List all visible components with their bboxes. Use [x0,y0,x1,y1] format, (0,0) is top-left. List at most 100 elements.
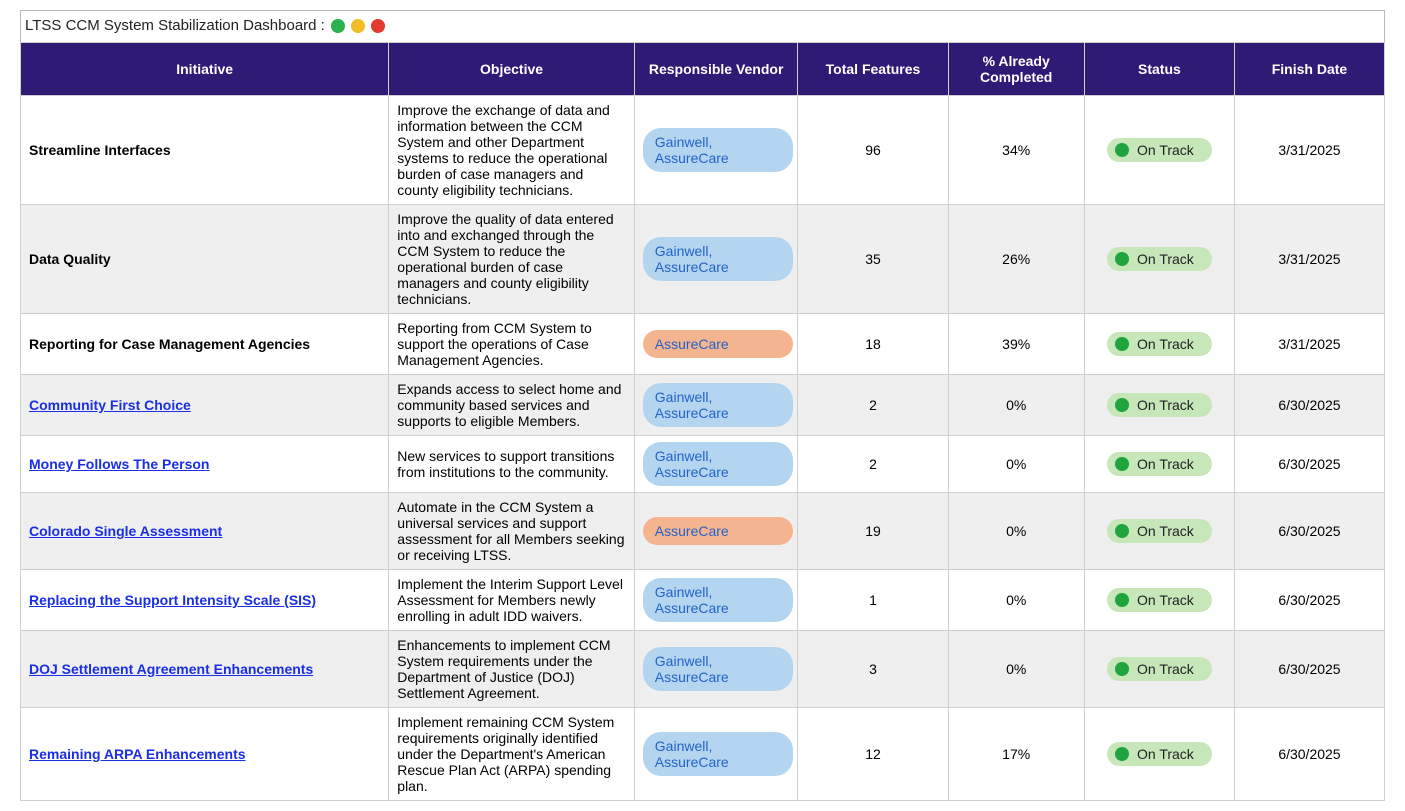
status-label: On Track [1137,456,1194,472]
total-features: 3 [798,631,948,708]
initiative-name[interactable]: Colorado Single Assessment [29,523,222,539]
vendor-badge: Gainwell, AssureCare [643,237,793,281]
finish-date: 3/31/2025 [1234,205,1384,314]
total-features: 18 [798,314,948,375]
status-dot-icon [1115,143,1129,157]
table-row: Community First Choice Expands access to … [21,375,1385,436]
percent-completed: 17% [948,708,1084,801]
status-dot-icon [1115,747,1129,761]
table-row: Data Quality Improve the quality of data … [21,205,1385,314]
percent-completed: 0% [948,631,1084,708]
initiative-name[interactable]: Remaining ARPA Enhancements [29,746,246,762]
status-dot-icon [1115,457,1129,471]
col-vendor: Responsible Vendor [634,43,798,96]
objective-text: New services to support transitions from… [389,436,635,493]
objective-text: Enhancements to implement CCM System req… [389,631,635,708]
initiative-name[interactable]: Money Follows The Person [29,456,209,472]
status-badge: On Track [1107,519,1212,543]
finish-date: 6/30/2025 [1234,708,1384,801]
percent-completed: 0% [948,570,1084,631]
finish-date: 3/31/2025 [1234,314,1384,375]
objective-text: Improve the quality of data entered into… [389,205,635,314]
total-features: 2 [798,436,948,493]
vendor-badge: Gainwell, AssureCare [643,732,793,776]
table-header-row: Initiative Objective Responsible Vendor … [21,43,1385,96]
vendor-badge: AssureCare [643,330,793,358]
initiative-name[interactable]: DOJ Settlement Agreement Enhancements [29,661,313,677]
objective-text: Implement the Interim Support Level Asse… [389,570,635,631]
table-row: Streamline Interfaces Improve the exchang… [21,96,1385,205]
status-dot-icon [1115,593,1129,607]
initiative-name[interactable]: Replacing the Support Intensity Scale (S… [29,592,316,608]
status-dot-yellow-icon [351,19,365,33]
total-features: 19 [798,493,948,570]
objective-text: Reporting from CCM System to support the… [389,314,635,375]
status-dot-red-icon [371,19,385,33]
percent-completed: 39% [948,314,1084,375]
vendor-badge: AssureCare [643,517,793,545]
table-row: Replacing the Support Intensity Scale (S… [21,570,1385,631]
total-features: 12 [798,708,948,801]
table-row: Remaining ARPA Enhancements Implement rem… [21,708,1385,801]
dashboard-title: LTSS CCM System Stabilization Dashboard … [25,17,325,34]
percent-completed: 26% [948,205,1084,314]
finish-date: 6/30/2025 [1234,436,1384,493]
total-features: 96 [798,96,948,205]
col-completed: % Already Completed [948,43,1084,96]
vendor-badge: Gainwell, AssureCare [643,128,793,172]
status-label: On Track [1137,661,1194,677]
total-features: 2 [798,375,948,436]
dashboard-title-bar: LTSS CCM System Stabilization Dashboard … [20,10,1385,42]
status-label: On Track [1137,336,1194,352]
col-objective: Objective [389,43,635,96]
col-features: Total Features [798,43,948,96]
finish-date: 6/30/2025 [1234,375,1384,436]
objective-text: Expands access to select home and commun… [389,375,635,436]
objective-text: Automate in the CCM System a universal s… [389,493,635,570]
status-badge: On Track [1107,138,1212,162]
status-dot-icon [1115,398,1129,412]
status-badge: On Track [1107,393,1212,417]
dashboard-table: Initiative Objective Responsible Vendor … [20,42,1385,801]
table-row: Reporting for Case Management Agencies Re… [21,314,1385,375]
status-badge: On Track [1107,452,1212,476]
percent-completed: 34% [948,96,1084,205]
objective-text: Improve the exchange of data and informa… [389,96,635,205]
percent-completed: 0% [948,375,1084,436]
status-badge: On Track [1107,742,1212,766]
initiative-name: Data Quality [29,251,111,267]
col-finish: Finish Date [1234,43,1384,96]
status-dot-icon [1115,662,1129,676]
finish-date: 6/30/2025 [1234,631,1384,708]
vendor-badge: Gainwell, AssureCare [643,442,793,486]
vendor-badge: Gainwell, AssureCare [643,578,793,622]
status-label: On Track [1137,251,1194,267]
status-label: On Track [1137,142,1194,158]
percent-completed: 0% [948,493,1084,570]
table-row: DOJ Settlement Agreement Enhancements Enh… [21,631,1385,708]
col-initiative: Initiative [21,43,389,96]
initiative-name: Reporting for Case Management Agencies [29,336,310,352]
status-badge: On Track [1107,588,1212,612]
percent-completed: 0% [948,436,1084,493]
status-dot-green-icon [331,19,345,33]
status-dot-icon [1115,252,1129,266]
finish-date: 3/31/2025 [1234,96,1384,205]
status-badge: On Track [1107,247,1212,271]
status-dot-icon [1115,524,1129,538]
status-label: On Track [1137,523,1194,539]
initiative-name: Streamline Interfaces [29,142,171,158]
objective-text: Implement remaining CCM System requireme… [389,708,635,801]
finish-date: 6/30/2025 [1234,570,1384,631]
status-label: On Track [1137,592,1194,608]
status-label: On Track [1137,746,1194,762]
status-badge: On Track [1107,657,1212,681]
status-dot-icon [1115,337,1129,351]
table-row: Money Follows The Person New services to … [21,436,1385,493]
initiative-name[interactable]: Community First Choice [29,397,191,413]
col-status: Status [1084,43,1234,96]
vendor-badge: Gainwell, AssureCare [643,647,793,691]
total-features: 1 [798,570,948,631]
status-badge: On Track [1107,332,1212,356]
status-label: On Track [1137,397,1194,413]
